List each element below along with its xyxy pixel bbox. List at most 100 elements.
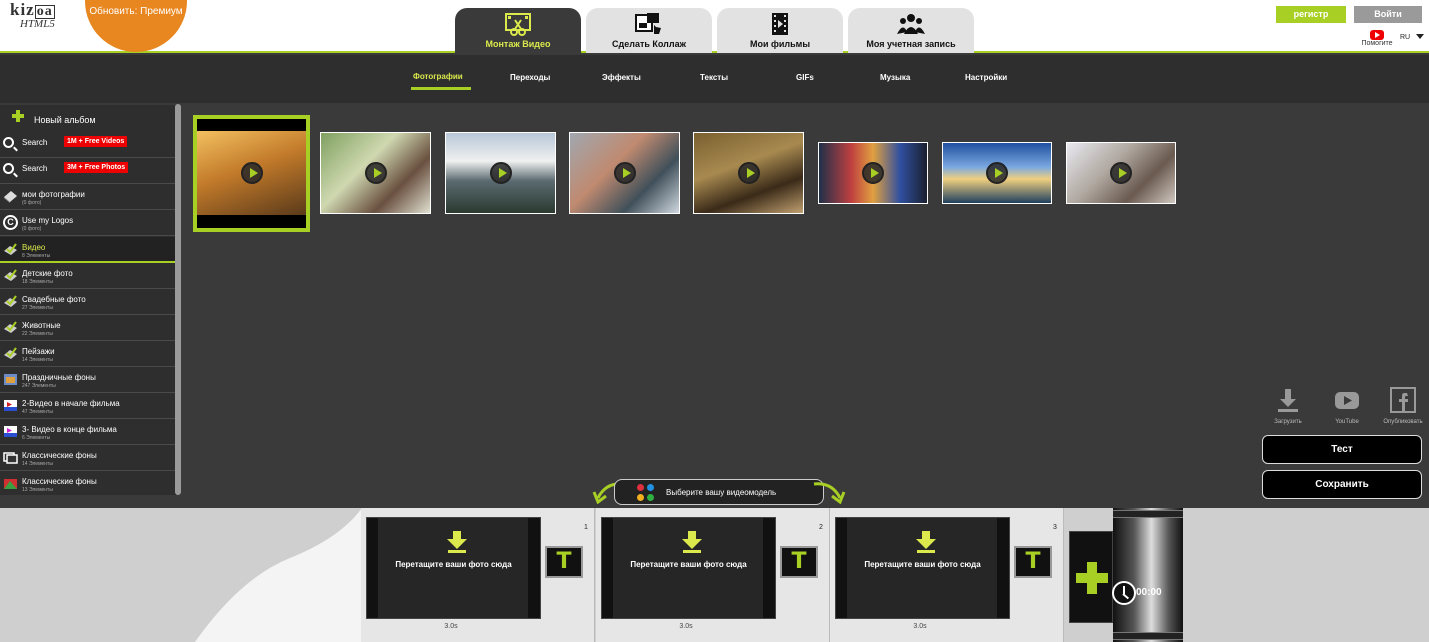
sidebar-item-label: Классические фоны	[22, 451, 97, 460]
video-thumbnail[interactable]	[445, 132, 556, 214]
play-icon[interactable]	[613, 162, 636, 184]
subtab-effects[interactable]: Эффекты	[602, 73, 641, 82]
tab-label: Монтаж Видео	[485, 39, 551, 49]
sidebar-item-kids[interactable]: Детские фото 18 Элементы	[0, 263, 175, 289]
video-thumbnail[interactable]	[193, 115, 310, 232]
timeline-slot[interactable]: Перетащите ваши фото сюда T 1 3.0s	[361, 508, 595, 642]
text-t-icon: T	[1025, 549, 1041, 574]
play-icon[interactable]	[364, 162, 387, 184]
video-thumbnail[interactable]	[569, 132, 680, 214]
register-button[interactable]: регистр	[1276, 6, 1346, 23]
caret-down-icon[interactable]	[1416, 34, 1424, 39]
sidebar-item-my-photos[interactable]: мои фотографии (0 фото)	[0, 184, 175, 210]
sidebar-item-landscapes[interactable]: Пейзажи 14 Элементы	[0, 341, 175, 367]
sidebar-item-video[interactable]: Видео 8 Элементы	[0, 237, 175, 263]
subtab-texts[interactable]: Тексты	[700, 73, 728, 82]
facebook-icon	[1390, 387, 1416, 413]
sidebar-item-intro-videos[interactable]: 2-Видео в начале фильма 47 Элементы	[0, 393, 175, 419]
sidebar-item-label: Классические фоны	[22, 477, 97, 486]
slot-duration[interactable]: 3.0s	[361, 623, 541, 630]
play-icon[interactable]	[986, 162, 1008, 184]
video-thumbnail[interactable]	[942, 142, 1052, 204]
kizoa-logo[interactable]: kiz oa HTML5	[10, 1, 80, 32]
subtab-music[interactable]: Музыка	[880, 73, 910, 82]
video-thumbnail[interactable]	[818, 142, 928, 204]
subtab-settings[interactable]: Настройки	[965, 73, 1007, 82]
sidebar-item-search-photos[interactable]: Search 3M + Free Photos	[0, 158, 175, 184]
share-facebook[interactable]: Опубликовать	[1378, 387, 1428, 427]
sidebar-item-label: 2-Видео в начале фильма	[22, 399, 120, 408]
add-text-button[interactable]: T	[780, 546, 818, 578]
tab-make-collage[interactable]: Сделать Коллаж	[586, 8, 712, 53]
add-slot-button[interactable]	[1069, 531, 1113, 623]
play-icon[interactable]	[1110, 162, 1132, 184]
sidebar-item-count: 8 Элементы	[22, 253, 51, 259]
sidebar-item-outro-videos[interactable]: 3- Видео в конце фильма 6 Элементы	[0, 419, 175, 445]
sidebar-item-holiday-bgs[interactable]: Праздничные фоны 247 Элементы	[0, 367, 175, 393]
video-thumbnail[interactable]	[693, 132, 804, 214]
add-text-button[interactable]: T	[545, 546, 583, 578]
tab-my-films[interactable]: Мои фильмы	[717, 8, 843, 53]
search-icon	[3, 163, 14, 174]
photo-drop-zone[interactable]: Перетащите ваши фото сюда	[601, 517, 776, 619]
play-icon[interactable]	[862, 162, 884, 184]
tab-video-edit[interactable]: Монтаж Видео	[455, 8, 581, 53]
subtab-gifs[interactable]: GIFs	[796, 73, 814, 82]
sidebar-item-classic-bgs-color[interactable]: Классические фоны 13 Элементы	[0, 471, 175, 497]
youtube-icon	[1370, 30, 1384, 40]
new-album-button[interactable]: Новый альбом	[0, 106, 175, 132]
classic-bg-icon	[3, 452, 18, 464]
sidebar-item-count: 47 Элементы	[22, 409, 53, 415]
sidebar-item-label: Search	[22, 164, 48, 173]
arrow-down-icon	[916, 531, 936, 553]
subtab-transitions[interactable]: Переходы	[510, 73, 550, 82]
sidebar-scrollbar[interactable]	[175, 104, 181, 495]
login-button[interactable]: Войти	[1354, 6, 1422, 23]
total-duration: 00:00	[1110, 580, 1170, 606]
test-button[interactable]: Тест	[1262, 435, 1422, 464]
album-icon	[4, 191, 17, 203]
play-icon[interactable]	[240, 162, 263, 184]
share-youtube[interactable]: YouTube	[1327, 387, 1367, 427]
share-download[interactable]: Загрузить	[1268, 387, 1308, 427]
sidebar-item-classic-bgs[interactable]: Классические фоны 14 Элементы	[0, 445, 175, 471]
timeline-slot[interactable]: Перетащите ваши фото сюда T 2 3.0s	[596, 508, 830, 642]
photo-drop-zone[interactable]: Перетащите ваши фото сюда	[366, 517, 541, 619]
sidebar-item-label: Праздничные фоны	[22, 373, 96, 382]
sidebar-item-my-logos[interactable]: C Use my Logos (0 фото)	[0, 210, 175, 236]
video-thumbnail[interactable]	[1066, 142, 1176, 204]
film-reel-end	[1113, 508, 1183, 642]
save-button[interactable]: Сохранить	[1262, 470, 1422, 499]
add-text-button[interactable]: T	[1014, 546, 1052, 578]
free-videos-badge: 1M + Free Videos	[64, 136, 128, 147]
play-icon[interactable]	[737, 162, 760, 184]
help-link[interactable]: Помогите	[1357, 30, 1397, 50]
slot-duration[interactable]: 3.0s	[830, 623, 1010, 630]
collage-icon	[635, 13, 661, 34]
subtab-photos[interactable]: Фотографии	[413, 72, 463, 81]
sidebar-item-count: 27 Элементы	[22, 305, 53, 311]
sidebar-item-label: Животные	[22, 321, 61, 330]
play-icon[interactable]	[489, 162, 512, 184]
users-icon	[897, 14, 925, 34]
subtab-active-underline	[411, 87, 471, 90]
photo-drop-zone[interactable]: Перетащите ваши фото сюда	[835, 517, 1010, 619]
sidebar-scrollbar-thumb[interactable]	[175, 104, 181, 495]
timeline-decoration	[0, 508, 362, 642]
share-label: YouTube	[1335, 419, 1359, 425]
timeline-slot[interactable]: Перетащите ваши фото сюда T 3 3.0s	[830, 508, 1064, 642]
sidebar-item-search-videos[interactable]: Search 1M + Free Videos	[0, 132, 175, 158]
sidebar-item-animals[interactable]: Животные 22 Элементы	[0, 315, 175, 341]
sidebar-item-label: Пейзажи	[22, 347, 55, 356]
tab-my-account[interactable]: Моя учетная запись	[848, 8, 974, 53]
slot-duration[interactable]: 3.0s	[596, 623, 776, 630]
sidebar-item-wedding[interactable]: Свадебные фото 27 Элементы	[0, 289, 175, 315]
sidebar-item-label: Видео	[22, 243, 46, 252]
language-selector[interactable]: RU	[1400, 34, 1410, 41]
video-thumbnail[interactable]	[320, 132, 431, 214]
video-model-picker[interactable]: Выберите вашу видеомодель	[614, 479, 824, 505]
youtube-icon	[1335, 392, 1359, 409]
sidebar-item-count: 6 Элементы	[22, 435, 51, 441]
plus-icon	[12, 110, 24, 122]
folder-check-icon	[4, 321, 17, 333]
